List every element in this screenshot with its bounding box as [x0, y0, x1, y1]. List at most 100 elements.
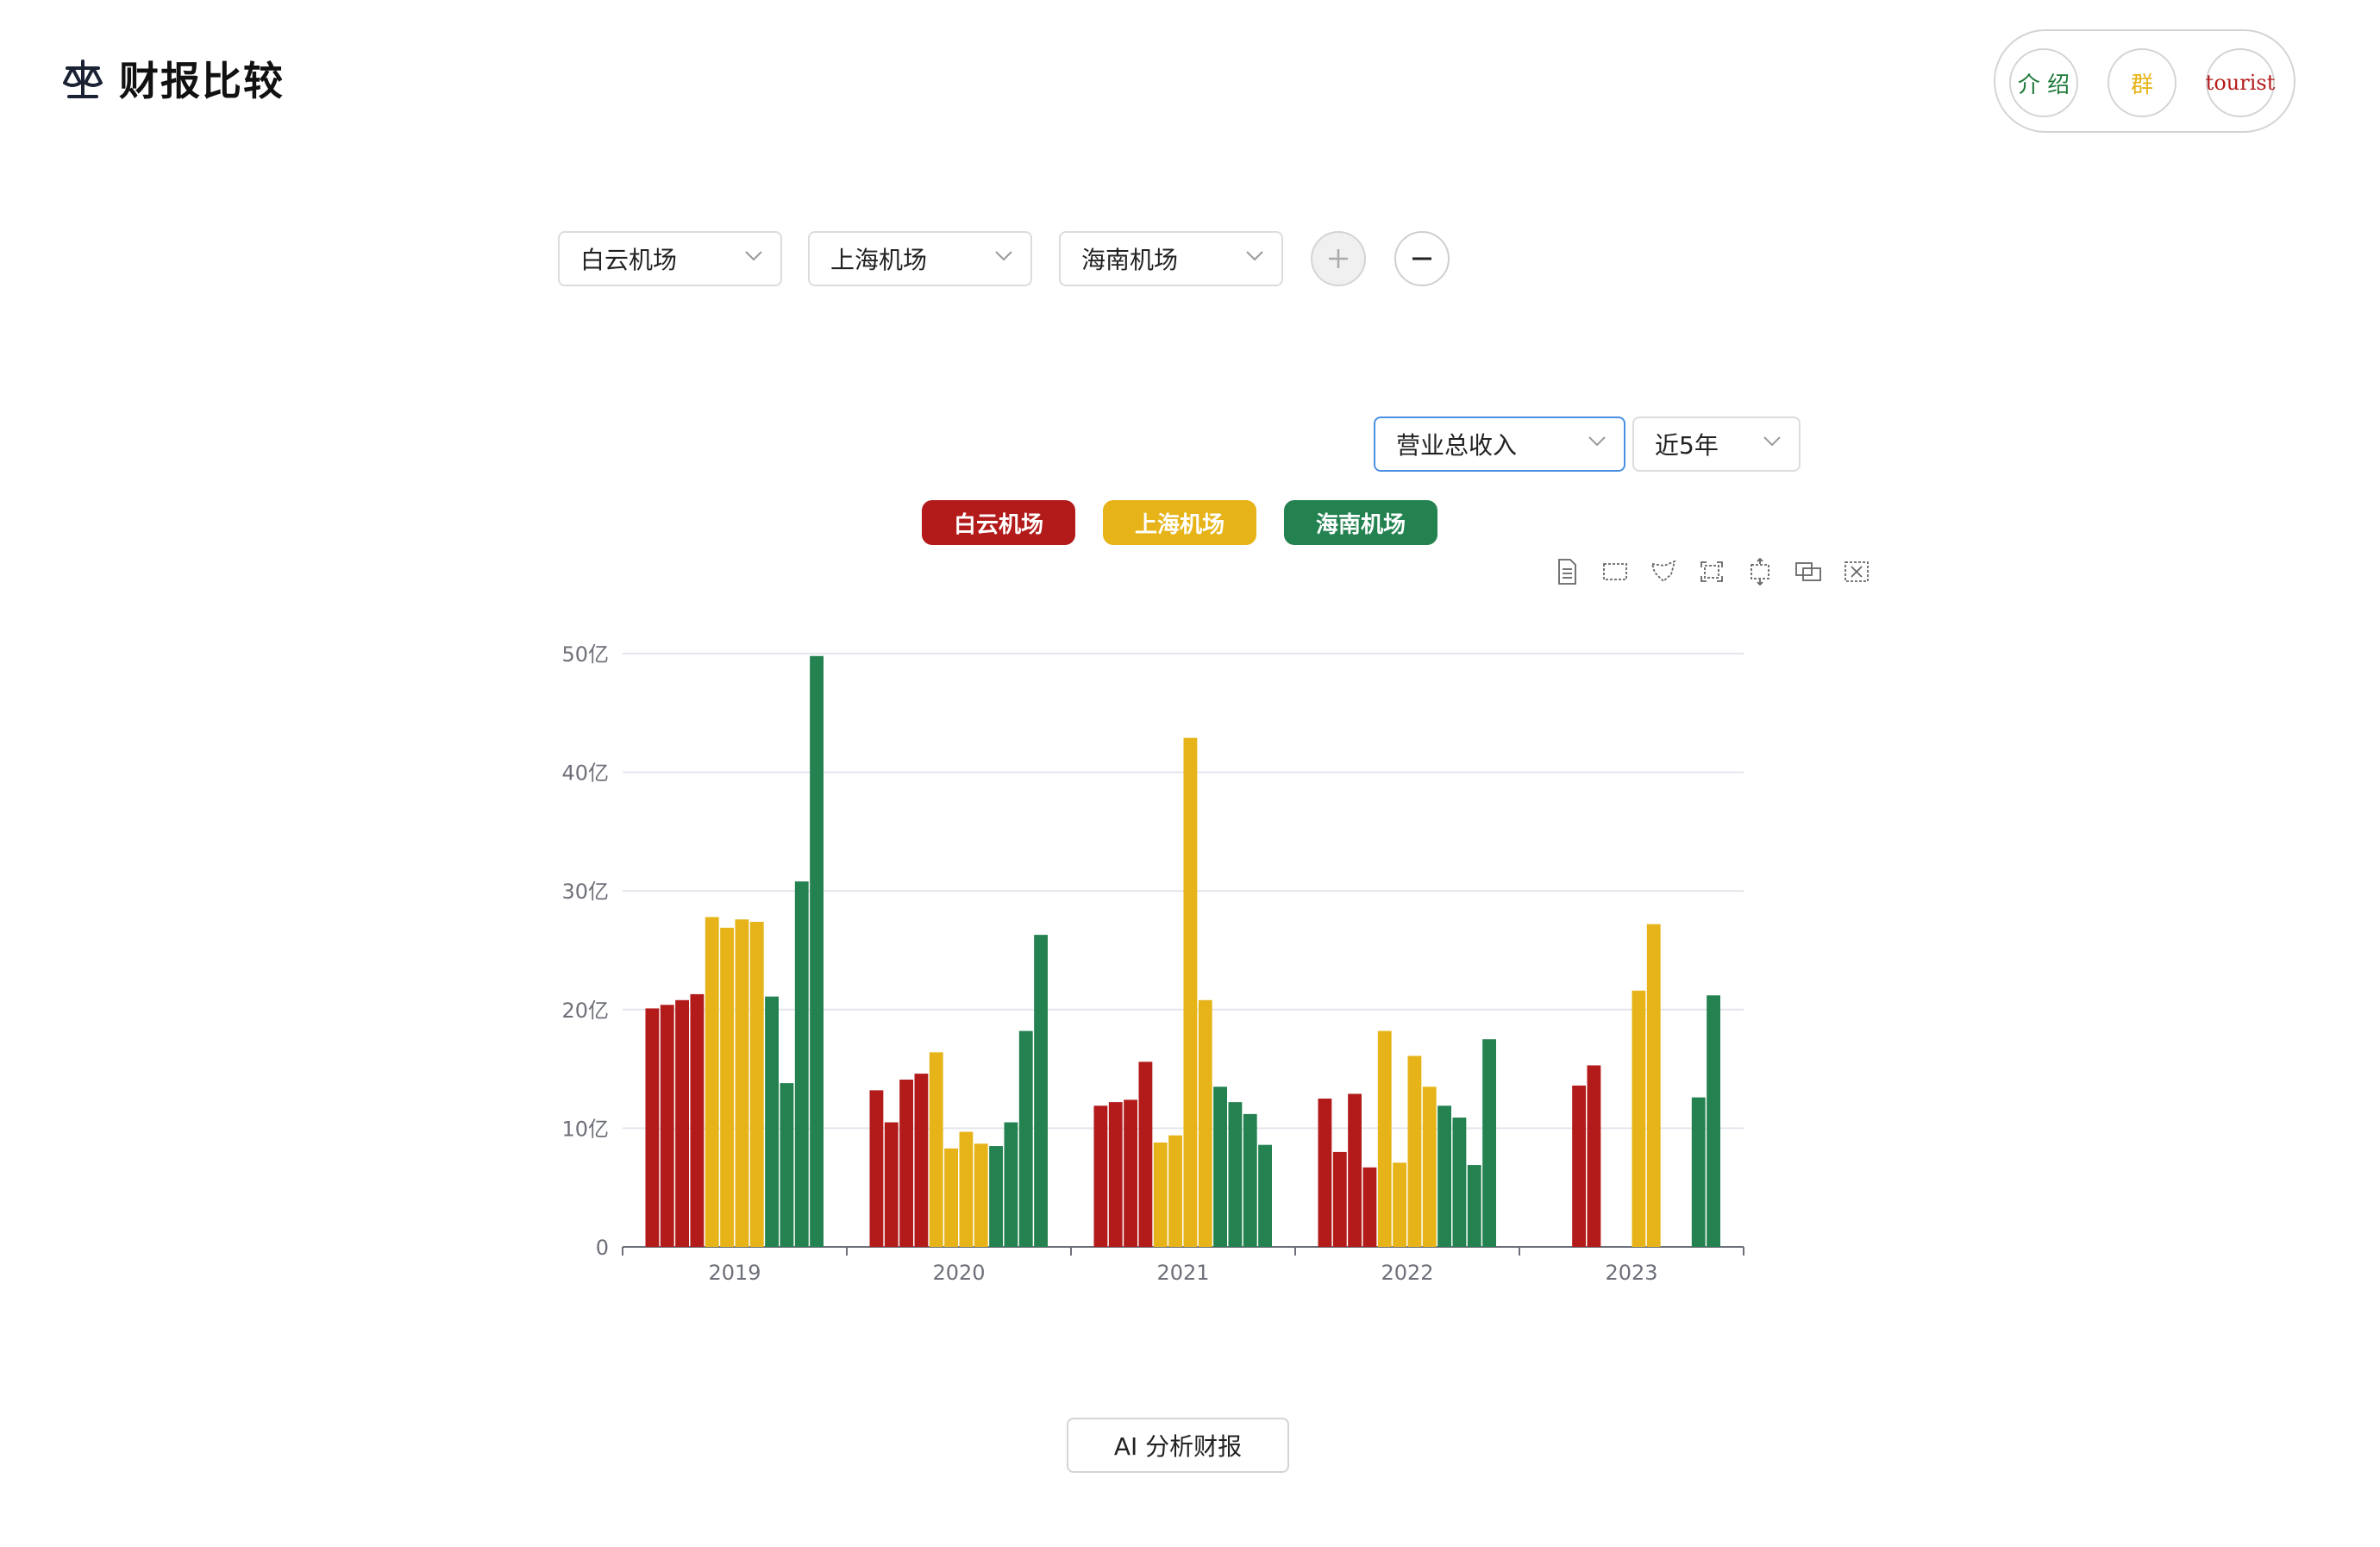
- zoom-reset-icon[interactable]: [1745, 557, 1775, 586]
- group-button[interactable]: 群: [2108, 48, 2176, 117]
- bar: [1348, 1093, 1362, 1247]
- bar: [1153, 1142, 1168, 1247]
- brand: 财报比较: [60, 50, 285, 107]
- bar: [1362, 1167, 1377, 1247]
- bar: [794, 881, 809, 1247]
- bar: [1258, 1144, 1272, 1247]
- company-select-2-value: 上海机场: [830, 246, 928, 274]
- bar: [959, 1131, 974, 1247]
- bar: [1572, 1085, 1586, 1247]
- range-select-value: 近5年: [1655, 431, 1719, 460]
- legend-item-baiyun[interactable]: 白云机场: [922, 500, 1075, 545]
- bar: [749, 921, 764, 1247]
- bar: [974, 1143, 988, 1247]
- chart-toolbox: [1552, 557, 1871, 588]
- bar: [1183, 737, 1198, 1247]
- bar: [1034, 935, 1048, 1247]
- user-button[interactable]: tourist: [2206, 48, 2275, 117]
- legend-item-hainan[interactable]: 海南机场: [1284, 500, 1437, 545]
- bar: [1108, 1102, 1123, 1247]
- bar: [1691, 1097, 1706, 1247]
- x-tick-label: 2023: [1605, 1261, 1657, 1285]
- bar: [1587, 1065, 1601, 1247]
- add-company-button[interactable]: [1311, 231, 1366, 286]
- lasso-select-icon[interactable]: [1649, 557, 1678, 586]
- brush-clear-icon[interactable]: [1794, 557, 1823, 586]
- bar: [1632, 990, 1646, 1247]
- y-tick-label: 30亿: [561, 880, 609, 904]
- rect-select-icon[interactable]: [1600, 557, 1630, 586]
- company-select-3[interactable]: 海南机场: [1059, 231, 1283, 286]
- chevron-down-icon: [745, 251, 762, 261]
- bar: [1228, 1102, 1243, 1247]
- bar: [1124, 1099, 1137, 1247]
- bar: [1437, 1105, 1451, 1247]
- chevron-down-icon: [1588, 436, 1606, 447]
- bar: [1646, 924, 1661, 1247]
- x-tick-label: 2022: [1381, 1261, 1433, 1285]
- top-nav: 介 绍 群 tourist: [1994, 29, 2295, 133]
- bar: [1168, 1135, 1182, 1247]
- bar: [660, 1005, 674, 1247]
- minus-icon: [1412, 257, 1431, 260]
- intro-button[interactable]: 介 绍: [2009, 48, 2078, 117]
- bar: [884, 1122, 899, 1247]
- bar: [944, 1148, 958, 1247]
- balance-scale-icon: [63, 60, 103, 98]
- bar: [1422, 1087, 1437, 1247]
- company-select-1[interactable]: 白云机场: [558, 231, 782, 286]
- bar: [675, 999, 689, 1247]
- bar: [1482, 1039, 1496, 1247]
- bar: [989, 1146, 1003, 1247]
- y-tick-label: 50亿: [561, 642, 609, 667]
- bar: [1332, 1151, 1347, 1247]
- clear-selection-icon[interactable]: [1842, 557, 1871, 586]
- bar: [735, 919, 749, 1247]
- bar: [1093, 1105, 1108, 1247]
- bar: [914, 1074, 929, 1247]
- range-select[interactable]: 近5年: [1632, 416, 1801, 472]
- bar: [869, 1090, 884, 1247]
- bar: [810, 655, 824, 1247]
- metric-select-value: 营业总收入: [1396, 431, 1518, 460]
- company-select-2[interactable]: 上海机场: [808, 231, 1032, 286]
- x-tick-label: 2019: [708, 1261, 761, 1285]
- bar: [1467, 1165, 1481, 1247]
- company-select-1-value: 白云机场: [580, 246, 678, 274]
- bar: [1004, 1122, 1018, 1247]
- legend-item-shanghai[interactable]: 上海机场: [1103, 500, 1256, 545]
- ai-analyze-button[interactable]: AI 分析财报: [1067, 1418, 1289, 1473]
- x-tick-label: 2020: [932, 1261, 985, 1285]
- y-tick-label: 10亿: [561, 1117, 609, 1141]
- chevron-down-icon: [1246, 251, 1263, 261]
- bar: [645, 1008, 660, 1247]
- metric-select[interactable]: 营业总收入: [1374, 416, 1625, 472]
- bar: [1707, 995, 1720, 1247]
- bar: [1018, 1030, 1033, 1247]
- chevron-down-icon: [1763, 436, 1781, 447]
- x-tick-label: 2021: [1156, 1261, 1209, 1285]
- y-tick-label: 0: [596, 1236, 609, 1260]
- bar: [1138, 1062, 1153, 1247]
- bar: [780, 1083, 794, 1247]
- y-tick-label: 20亿: [561, 999, 609, 1023]
- bar: [1393, 1162, 1406, 1247]
- bar: [929, 1052, 943, 1247]
- bar: [720, 927, 734, 1247]
- remove-company-button[interactable]: [1394, 231, 1450, 286]
- bar: [899, 1079, 913, 1247]
- bar: [1213, 1087, 1227, 1247]
- y-tick-label: 40亿: [561, 761, 609, 786]
- bar: [690, 993, 705, 1247]
- page-title: 财报比较: [119, 58, 285, 104]
- bar: [1198, 999, 1212, 1247]
- bar: [765, 996, 779, 1247]
- bar: [1243, 1113, 1257, 1247]
- bar: [1377, 1030, 1392, 1247]
- chevron-down-icon: [995, 251, 1012, 261]
- bar: [1318, 1099, 1332, 1247]
- data-view-icon[interactable]: [1552, 557, 1581, 586]
- bar: [1452, 1118, 1467, 1247]
- zoom-icon[interactable]: [1697, 557, 1726, 586]
- bar: [1407, 1055, 1422, 1247]
